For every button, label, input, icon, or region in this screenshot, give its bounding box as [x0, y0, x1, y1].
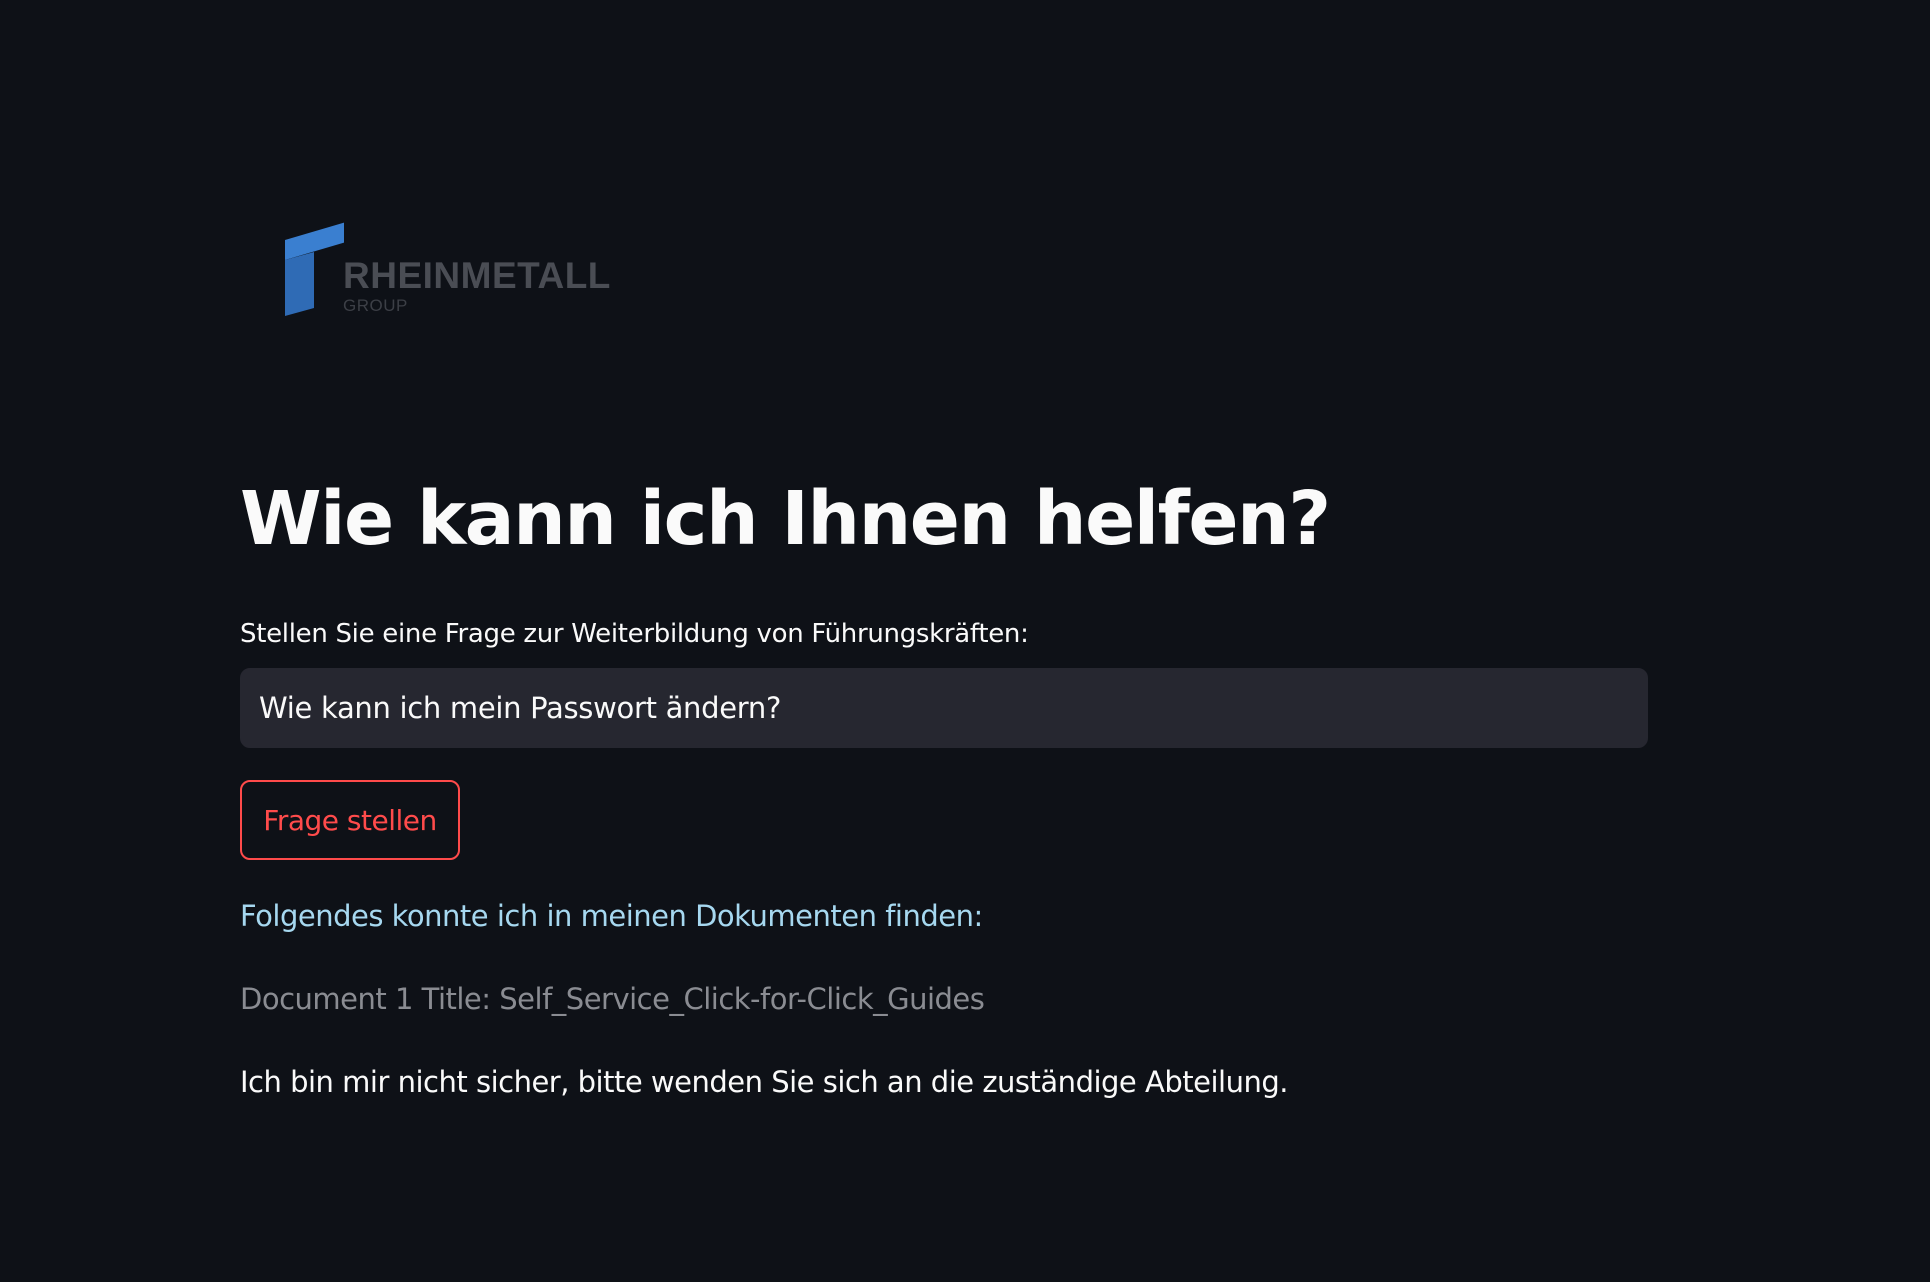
company-logo: RHEINMETALL GROUP [284, 222, 610, 322]
answer-text: Ich bin mir nicht sicher, bitte wenden S… [240, 1065, 1288, 1099]
ask-question-button[interactable]: Frage stellen [240, 780, 460, 860]
question-label: Stellen Sie eine Frage zur Weiterbildung… [240, 619, 1029, 649]
logo-mark-icon [285, 222, 344, 316]
question-input[interactable] [240, 668, 1648, 748]
document-title-line: Document 1 Title: Self_Service_Click-for… [240, 982, 985, 1016]
app-page: RHEINMETALL GROUP Wie kann ich Ihnen hel… [0, 0, 1930, 1282]
results-intro: Folgendes konnte ich in meinen Dokumente… [240, 899, 983, 933]
logo-subline: GROUP [343, 296, 408, 315]
logo-wordmark: RHEINMETALL [343, 255, 611, 296]
page-title: Wie kann ich Ihnen helfen? [240, 476, 1331, 562]
